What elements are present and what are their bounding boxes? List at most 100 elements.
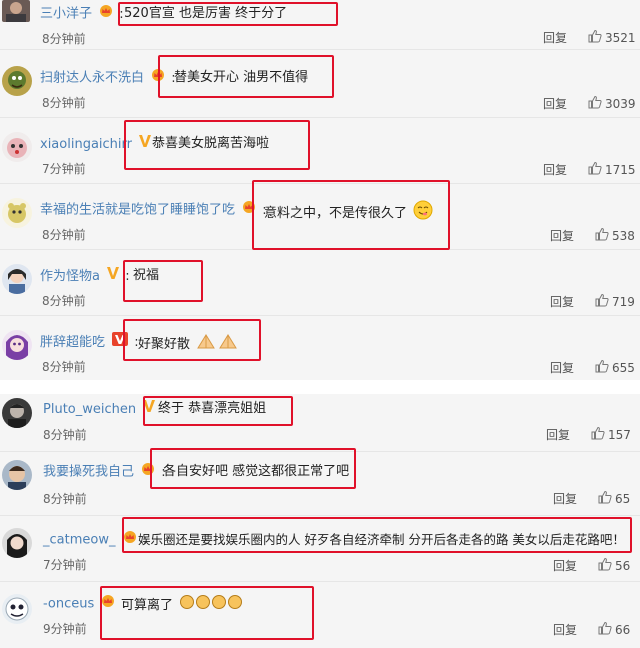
- crown-icon: [151, 68, 165, 88]
- like-button[interactable]: 719: [595, 293, 635, 311]
- reply-button[interactable]: 回复: [543, 161, 567, 178]
- reply-button[interactable]: 回复: [553, 557, 577, 574]
- crown-icon: [242, 200, 256, 220]
- avatar[interactable]: [2, 132, 32, 162]
- crown-icon: [101, 594, 115, 614]
- crown-icon: [99, 4, 113, 24]
- v-verified-icon: [107, 266, 120, 287]
- thumbs-up-icon: [588, 161, 602, 180]
- thumbs-up-icon: [588, 95, 602, 114]
- comment-item: xiaolingaichirr : 恭喜美女脱离苦海啦 7分钟前 回复 1715: [0, 118, 640, 184]
- avatar[interactable]: [2, 594, 32, 624]
- comment-time: 8分钟前: [42, 360, 86, 374]
- comment-item: -onceus : 可算离了 9分钟前 回复 66: [0, 582, 640, 648]
- comment-text: 替美女开心 油男不值得: [174, 70, 309, 85]
- v-verified-icon: [143, 399, 156, 420]
- reply-button[interactable]: 回复: [553, 621, 577, 638]
- username[interactable]: Pluto_weichen: [43, 402, 136, 417]
- comment-text: 520官宣 也是厉害 终于分了: [124, 6, 288, 21]
- avatar[interactable]: [2, 0, 30, 22]
- comment-time: 8分钟前: [42, 32, 86, 46]
- thumbs-up-icon: [595, 293, 609, 312]
- thumbs-up-icon: [598, 490, 612, 509]
- username[interactable]: 我要操死我自己: [43, 465, 134, 480]
- crown-icon: [141, 462, 155, 482]
- like-button[interactable]: 3521: [588, 29, 636, 47]
- comment-text: 祝福: [133, 268, 160, 283]
- comment-item: 扫射达人永不洗白 : 替美女开心 油男不值得 8分钟前 回复 3039: [0, 52, 640, 118]
- username[interactable]: 作为怪物a: [40, 269, 100, 284]
- like-count: 1715: [605, 163, 636, 177]
- reply-button[interactable]: 回复: [553, 490, 577, 507]
- comment-time: 7分钟前: [42, 162, 86, 176]
- comment-time: 8分钟前: [42, 96, 86, 110]
- reply-button[interactable]: 回复: [543, 95, 567, 112]
- like-button[interactable]: 157: [591, 426, 631, 444]
- like-count: 719: [612, 295, 635, 309]
- v-vip-icon: [112, 332, 129, 353]
- comment-item: _catmeow_ : 娱乐圈还是要找娱乐圈内的人 好歹各自经济牵制 分开后各走…: [0, 516, 640, 582]
- v-verified-icon: [139, 134, 152, 155]
- avatar[interactable]: [2, 460, 32, 490]
- username[interactable]: 扫射达人永不洗白: [40, 71, 144, 86]
- avatar[interactable]: [2, 66, 32, 96]
- like-count: 157: [608, 428, 631, 442]
- comment-time: 8分钟前: [43, 492, 87, 506]
- like-button[interactable]: 66: [598, 621, 630, 639]
- reply-button[interactable]: 回复: [550, 227, 574, 244]
- username[interactable]: 幸福的生活就是吃饱了睡睡饱了吃: [40, 203, 235, 218]
- like-button[interactable]: 56: [598, 557, 630, 575]
- thumbs-up-icon: [588, 29, 602, 48]
- username[interactable]: -onceus: [43, 597, 94, 612]
- avatar[interactable]: [2, 398, 32, 428]
- comment-item: 胖辞超能吃 : 好聚好散 8分钟前 回复 655: [0, 316, 640, 380]
- reply-button[interactable]: 回复: [543, 29, 567, 46]
- avatar[interactable]: [2, 198, 32, 228]
- comment-text: 各自安好吧 感觉这都很正常了吧: [163, 464, 350, 479]
- comment-item: 作为怪物a : 祝福 8分钟前 回复 719: [0, 250, 640, 316]
- like-button[interactable]: 65: [598, 490, 630, 508]
- comment-time: 8分钟前: [42, 294, 86, 308]
- comment-item: Pluto_weichen : 终于 恭喜漂亮姐姐 8分钟前 回复 157: [0, 394, 640, 452]
- like-button[interactable]: 1715: [588, 161, 636, 179]
- thumbs-up-icon: [598, 557, 612, 576]
- like-count: 655: [612, 361, 635, 375]
- thumbs-up-icon: [595, 359, 609, 378]
- praying-hands-emoji-icon: [196, 332, 240, 357]
- username[interactable]: 胖辞超能吃: [40, 335, 105, 350]
- like-button[interactable]: 655: [595, 359, 635, 377]
- section-gap: [0, 380, 640, 394]
- avatar[interactable]: [2, 330, 32, 360]
- comment-time: 9分钟前: [43, 622, 87, 636]
- comment-text: 娱乐圈还是要找娱乐圈内的人 好歹各自经济牵制 分开后各走各的路 美女以后走花路吧…: [138, 532, 625, 547]
- like-count: 56: [615, 559, 631, 573]
- yummy-face-emoji-icon: [413, 200, 433, 227]
- username[interactable]: 三小洋子: [40, 7, 92, 22]
- reply-button[interactable]: 回复: [546, 426, 570, 443]
- username[interactable]: xiaolingaichirr: [40, 137, 132, 152]
- like-count: 66: [615, 623, 631, 637]
- comment-text: 好聚好散: [138, 337, 191, 352]
- comment-time: 8分钟前: [42, 228, 86, 242]
- like-button[interactable]: 3039: [588, 95, 636, 113]
- like-count: 538: [612, 229, 635, 243]
- comment-item: 幸福的生活就是吃饱了睡睡饱了吃 : 意料之中，不是传很久了 8分钟前 回复 53…: [0, 184, 640, 250]
- like-button[interactable]: 538: [595, 227, 635, 245]
- reply-button[interactable]: 回复: [550, 293, 574, 310]
- comment-text: 恭喜美女脱离苦海啦: [152, 136, 270, 151]
- like-count: 3521: [605, 31, 636, 45]
- comment-text: 终于 恭喜漂亮姐姐: [158, 401, 267, 416]
- avatar[interactable]: [2, 264, 32, 294]
- crown-icon: [123, 530, 137, 550]
- reply-button[interactable]: 回复: [550, 359, 574, 376]
- clapping-hands-emoji-icon: [179, 594, 243, 617]
- thumbs-up-icon: [598, 621, 612, 640]
- avatar[interactable]: [2, 528, 32, 558]
- comment-time: 7分钟前: [43, 558, 87, 572]
- thumbs-up-icon: [591, 426, 605, 445]
- username[interactable]: _catmeow_: [43, 533, 115, 548]
- like-count: 65: [615, 492, 631, 506]
- thumbs-up-icon: [595, 227, 609, 246]
- comment-time: 8分钟前: [43, 428, 87, 442]
- comment-text: 意料之中，不是传很久了: [264, 206, 408, 221]
